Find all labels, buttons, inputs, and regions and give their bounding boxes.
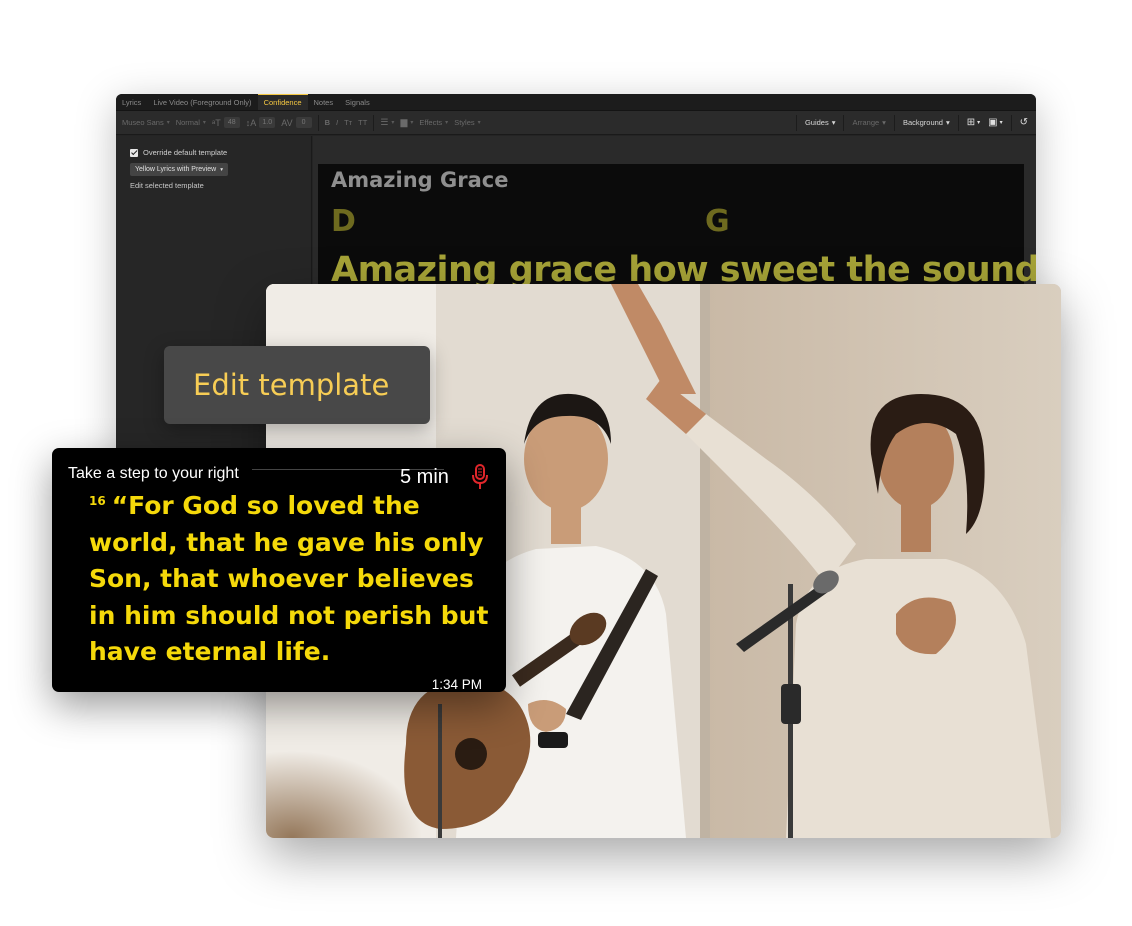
chord[interactable]: G: [705, 204, 730, 239]
clock: 1:34 PM: [431, 677, 482, 692]
chevron-down-icon: ▾: [977, 120, 981, 126]
toolbar-divider: [893, 114, 895, 131]
chord[interactable]: D: [331, 204, 356, 239]
chevron-down-icon: ▾: [410, 120, 414, 126]
image-icon: ▣: [988, 117, 998, 128]
text-box-icon: ⊞: [966, 117, 976, 128]
scripture-text: 16 “For God so loved the world, that he g…: [89, 488, 489, 671]
guides-menu[interactable]: Guides ▾: [805, 118, 836, 127]
styles-label: Styles: [454, 118, 475, 127]
override-label: Override default template: [143, 148, 228, 157]
toolbar-right-group: Guides ▾ Arrange ▾ Background ▾ ⊞ ▾ ▣ ▾: [795, 111, 1036, 134]
tab-bar: Lyrics Live Video (Foreground Only) Conf…: [116, 94, 1036, 111]
line-height-value[interactable]: 1.0: [259, 117, 276, 128]
template-selected-value: Yellow Lyrics with Preview: [135, 166, 217, 173]
font-size-icon: ᵃT: [211, 117, 221, 128]
confidence-monitor: Take a step to your right 5 min 16 “For G…: [52, 448, 506, 692]
tab-confidence[interactable]: Confidence: [257, 94, 308, 110]
align-select[interactable]: ☰ ▾: [380, 117, 394, 128]
toolbar-divider: [957, 114, 959, 131]
format-toolbar: Museo Sans ▾ Normal ▾ ᵃT 48 ↕A 1.0 AV 0 …: [116, 111, 1036, 135]
fill-icon: ▆: [400, 117, 408, 127]
insert-text-box-button[interactable]: ⊞ ▾: [967, 117, 980, 128]
align-icon: ☰: [380, 117, 389, 127]
chevron-down-icon: ▾: [999, 120, 1003, 126]
verse-number: 16: [89, 493, 106, 508]
arrange-label: Arrange: [852, 118, 880, 127]
background-label: Background: [902, 118, 943, 127]
reset-button[interactable]: ↺: [1020, 117, 1028, 128]
template-select[interactable]: Yellow Lyrics with Preview ▾: [130, 163, 228, 176]
chevron-down-icon: ▾: [831, 118, 836, 127]
scripture-body: “For God so loved the world, that he gav…: [89, 491, 489, 666]
background-menu[interactable]: Background ▾: [903, 118, 950, 127]
fill-select[interactable]: ▆ ▾: [400, 117, 413, 128]
tab-lyrics[interactable]: Lyrics: [116, 94, 147, 110]
styles-menu[interactable]: Styles ▾: [454, 118, 480, 127]
toolbar-divider: [843, 114, 845, 131]
chevron-down-icon: ▾: [945, 118, 950, 127]
stage-note: Take a step to your right: [68, 465, 239, 482]
line-height-icon: ↕A: [245, 117, 257, 128]
insert-image-button[interactable]: ▣ ▾: [988, 117, 1002, 128]
tab-signals[interactable]: Signals: [339, 94, 376, 110]
effects-menu[interactable]: Effects ▾: [419, 118, 448, 127]
toolbar-divider: [373, 114, 375, 131]
line-height-field[interactable]: ↕A 1.0: [246, 117, 276, 128]
font-size-value[interactable]: 48: [223, 117, 240, 128]
guides-label: Guides: [804, 118, 829, 127]
tracking-value[interactable]: 0: [295, 117, 312, 128]
small-caps-button[interactable]: Tт: [344, 118, 352, 127]
font-weight-select[interactable]: Normal ▾: [176, 118, 206, 127]
microphone-icon: [472, 464, 488, 489]
chevron-down-icon: ▾: [882, 118, 886, 127]
override-template-checkbox[interactable]: Override default template: [130, 148, 297, 157]
edit-template-button[interactable]: Edit template: [164, 346, 430, 424]
chevron-down-icon: ▾: [445, 120, 449, 126]
edit-selected-template-link[interactable]: Edit selected template: [130, 181, 297, 190]
tab-live-video[interactable]: Live Video (Foreground Only): [147, 94, 257, 110]
checkbox-checked-icon[interactable]: [130, 148, 138, 157]
toolbar-divider: [1010, 114, 1012, 131]
chevron-down-icon: ▾: [220, 166, 223, 173]
tab-notes[interactable]: Notes: [308, 94, 340, 110]
toolbar-divider: [795, 114, 797, 131]
reset-icon: ↺: [1019, 117, 1028, 128]
font-family-select[interactable]: Museo Sans ▾: [122, 118, 170, 127]
tracking-field[interactable]: AV 0: [281, 117, 312, 128]
chevron-down-icon: ▾: [391, 120, 395, 126]
countdown-timer: 5 min: [400, 466, 449, 488]
chevron-down-icon: ▾: [202, 120, 206, 126]
chevron-down-icon: ▾: [166, 120, 170, 126]
bold-button[interactable]: B: [325, 118, 330, 127]
effects-label: Effects: [419, 118, 443, 127]
font-family-value: Museo Sans: [122, 118, 164, 127]
italic-button[interactable]: I: [336, 118, 338, 127]
slide-title[interactable]: Amazing Grace: [331, 168, 508, 192]
chevron-down-icon: ▾: [477, 120, 481, 126]
arrange-menu[interactable]: Arrange ▾: [852, 118, 885, 127]
all-caps-button[interactable]: TT: [358, 118, 367, 127]
letter-spacing-icon: AV: [281, 117, 293, 128]
font-weight-value: Normal: [175, 118, 200, 127]
font-size-field[interactable]: ᵃT 48: [212, 117, 240, 128]
toolbar-divider: [317, 114, 319, 131]
